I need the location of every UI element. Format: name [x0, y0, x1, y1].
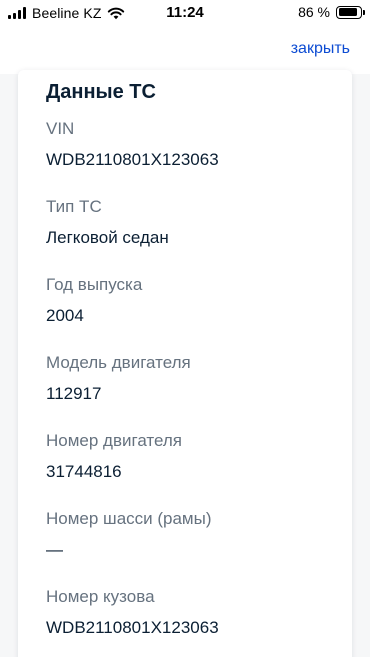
vehicle-data-card: Данные ТС VIN WDB2110801X123063 Тип ТС Л… [18, 70, 352, 657]
field-value: 31744816 [46, 462, 122, 481]
field-value: 112917 [46, 384, 102, 403]
status-bar: Beeline KZ 11:24 86 % [0, 0, 370, 26]
field-label: Номер кузова [46, 587, 155, 606]
card-title: Данные ТС [46, 81, 156, 103]
battery-level [338, 8, 357, 16]
field-label: Модель двигателя [46, 353, 191, 372]
field-label: Номер двигателя [46, 431, 183, 450]
field-value: WDB2110801X123063 [46, 618, 219, 637]
field-value: Легковой седан [46, 228, 169, 247]
field-label: Тип ТС [46, 197, 102, 216]
field-value: 2004 [46, 306, 84, 325]
field-chassis-number: Номер шасси (рамы) — [46, 508, 324, 561]
field-engine-number: Номер двигателя 31744816 [46, 430, 324, 483]
battery-percent: 86 % [298, 4, 330, 20]
field-label: Год выпуска [46, 275, 143, 294]
field-engine-model: Модель двигателя 112917 [46, 352, 324, 405]
battery-icon [336, 5, 365, 19]
field-body-number: Номер кузова WDB2110801X123063 [46, 586, 324, 639]
top-header: закрыть [0, 26, 370, 74]
field-label: VIN [46, 119, 75, 138]
close-link[interactable]: закрыть [291, 40, 350, 58]
field-vehicle-type: Тип ТС Легковой седан [46, 196, 324, 249]
screen: Beeline KZ 11:24 86 % закрыть Данные ТС … [0, 0, 370, 657]
field-year: Год выпуска 2004 [46, 274, 324, 327]
status-right: 86 % [298, 4, 365, 20]
field-label: Номер шасси (рамы) [46, 509, 212, 528]
field-vin: VIN WDB2110801X123063 [46, 118, 324, 171]
field-value: WDB2110801X123063 [46, 150, 219, 169]
field-value: — [46, 540, 63, 559]
